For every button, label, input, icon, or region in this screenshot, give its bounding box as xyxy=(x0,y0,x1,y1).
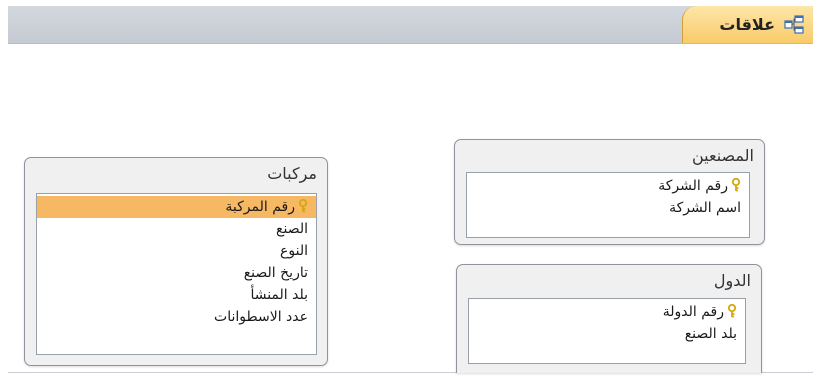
field-label: رقم الشركة xyxy=(658,178,728,194)
field-label: رقم المركبة xyxy=(225,199,295,215)
field-list-manufacturers[interactable]: رقم الشركة اسم الشركة xyxy=(466,172,750,238)
relationships-icon xyxy=(783,14,805,36)
table-title-countries: الدول xyxy=(713,271,751,290)
primary-key-icon xyxy=(727,303,737,318)
table-countries[interactable]: الدول رقم الدولة بلد الصنع xyxy=(456,264,762,373)
field-list-countries[interactable]: رقم الدولة بلد الصنع xyxy=(468,298,746,364)
table-vehicles[interactable]: مركبات رقم المركبة الصنع النوع تاريخ الص… xyxy=(24,157,328,366)
field-type[interactable]: النوع xyxy=(37,240,316,262)
field-make[interactable]: الصنع xyxy=(37,218,316,240)
tab-relationships[interactable]: علاقات xyxy=(682,6,813,43)
primary-key-icon xyxy=(731,177,741,192)
field-label: بلد الصنع xyxy=(684,326,737,342)
document-tab-bar: علاقات xyxy=(8,6,813,44)
field-cylinder-count[interactable]: عدد الاسطوانات xyxy=(37,306,316,328)
relationships-window: علاقات مركبات رقم المركبة الصنع النوع تا… xyxy=(0,0,819,378)
table-title-vehicles: مركبات xyxy=(267,164,317,183)
field-label: بلد المنشأ xyxy=(250,287,308,303)
tab-label: علاقات xyxy=(719,15,775,34)
field-list-vehicles[interactable]: رقم المركبة الصنع النوع تاريخ الصنع بلد … xyxy=(36,193,317,355)
field-company-name[interactable]: اسم الشركة xyxy=(467,197,749,219)
relationships-canvas[interactable]: مركبات رقم المركبة الصنع النوع تاريخ الص… xyxy=(8,44,813,373)
primary-key-icon xyxy=(298,198,308,213)
table-manufacturers[interactable]: المصنعين رقم الشركة اسم الشركة xyxy=(454,139,765,245)
table-title-manufacturers: المصنعين xyxy=(692,146,754,165)
field-manufacture-date[interactable]: تاريخ الصنع xyxy=(37,262,316,284)
field-label: النوع xyxy=(280,243,308,259)
field-label: تاريخ الصنع xyxy=(243,265,308,281)
field-vehicle-number[interactable]: رقم المركبة xyxy=(37,196,316,218)
field-label: اسم الشركة xyxy=(669,200,741,216)
field-label: عدد الاسطوانات xyxy=(214,309,308,325)
field-country-of-origin[interactable]: بلد المنشأ xyxy=(37,284,316,306)
field-label: الصنع xyxy=(276,221,308,237)
field-label: رقم الدولة xyxy=(662,304,724,320)
field-country-of-make[interactable]: بلد الصنع xyxy=(469,323,745,345)
field-company-number[interactable]: رقم الشركة xyxy=(467,175,749,197)
field-country-number[interactable]: رقم الدولة xyxy=(469,301,745,323)
